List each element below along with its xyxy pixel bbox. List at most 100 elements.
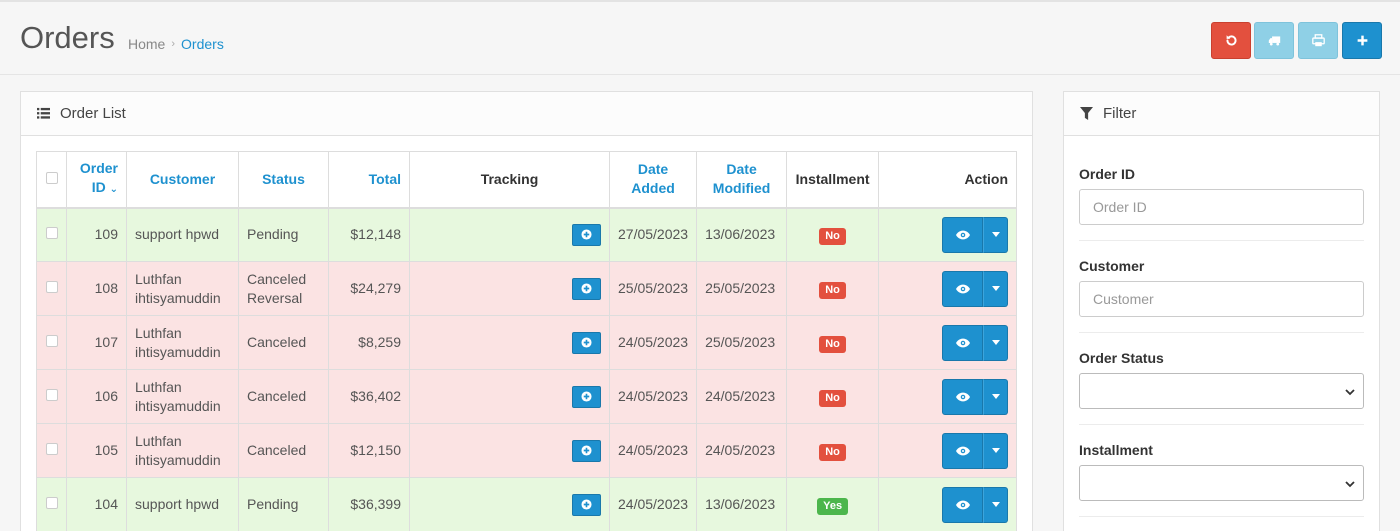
action-dropdown-toggle[interactable] (983, 216, 1008, 253)
view-order-button[interactable] (942, 486, 983, 523)
print-button[interactable] (1298, 22, 1338, 59)
col-customer[interactable]: Customer (126, 151, 239, 208)
action-cell (878, 315, 1017, 370)
table-row: 109 support hpwd Pending $12,148 27/05/2023 1… (36, 207, 1017, 262)
status-line1: Canceled (247, 270, 307, 287)
print-icon (1311, 34, 1325, 47)
col-date-modified[interactable]: Date Modified (696, 151, 788, 208)
date-modified-cell: 24/05/2023 (696, 369, 788, 424)
view-order-button[interactable] (942, 432, 983, 469)
customer-line2: ihtisyamuddin (135, 397, 221, 414)
customer-line1: support hpwd (135, 226, 220, 243)
customer-line1: Luthfan (135, 432, 182, 449)
row-checkbox[interactable] (45, 227, 58, 240)
tracking-cell (409, 423, 610, 478)
date-added-cell: 24/05/2023 (608, 315, 698, 370)
action-button-group (942, 432, 1008, 469)
reset-button[interactable] (1211, 22, 1251, 59)
breadcrumb-orders[interactable]: Orders (181, 36, 224, 52)
table-row: 107 Luthfan ihtisyamuddin Canceled $8,259 24/… (36, 315, 1017, 370)
col-installment: Installment (786, 151, 880, 208)
ship-button[interactable] (1254, 22, 1294, 59)
add-tracking-button[interactable] (572, 223, 601, 246)
add-tracking-button[interactable] (572, 439, 601, 462)
col-date-added-line1: Date (637, 161, 669, 178)
customer-line1: support hpwd (135, 496, 220, 512)
col-date-modified-line1: Date (726, 161, 757, 178)
add-tracking-button[interactable] (572, 277, 601, 300)
caret-down-icon (991, 394, 1000, 399)
installment-badge: No (819, 227, 846, 245)
plus-circle-icon (581, 499, 592, 510)
action-cell (878, 423, 1017, 478)
action-dropdown-toggle[interactable] (983, 486, 1008, 523)
caret-down-icon (991, 286, 1000, 291)
installment-badge: No (819, 281, 846, 299)
select-all-checkbox[interactable] (45, 172, 58, 185)
date-modified-cell: 25/05/2023 (696, 261, 788, 316)
filter-title: Filter (1103, 105, 1137, 122)
add-tracking-button[interactable] (572, 331, 601, 354)
chevron-down-icon (1345, 389, 1355, 396)
view-order-button[interactable] (942, 378, 983, 415)
status-cell: Canceled (238, 315, 329, 370)
breadcrumb-home[interactable]: Home (128, 36, 165, 52)
action-button-group (942, 324, 1008, 361)
customer-line1: Luthfan (135, 378, 182, 395)
add-button[interactable] (1342, 22, 1382, 59)
row-checkbox[interactable] (45, 281, 58, 293)
add-tracking-button[interactable] (572, 385, 601, 408)
installment-cell: No (786, 207, 880, 262)
col-status[interactable]: Status (238, 151, 329, 208)
truck-icon (1268, 36, 1280, 46)
col-total[interactable]: Total (328, 151, 410, 208)
status-line1: Canceled (247, 442, 307, 458)
total-cell: $24,279 (328, 261, 410, 316)
sort-desc-icon: ⌄ (109, 184, 118, 196)
action-dropdown-toggle[interactable] (983, 324, 1008, 361)
action-dropdown-toggle[interactable] (983, 378, 1008, 415)
plus-icon (1357, 35, 1367, 46)
filter-icon (1080, 107, 1093, 120)
row-checkbox[interactable] (45, 389, 58, 401)
tracking-cell (409, 207, 610, 262)
order-id-input[interactable]: Order ID (1079, 189, 1364, 225)
order-status-select[interactable] (1079, 373, 1364, 409)
order-id-cell: 104 (66, 477, 127, 531)
date-modified-cell: 13/06/2023 (696, 207, 788, 262)
page-header: Orders Home › Orders (0, 2, 1400, 75)
status-line2: Reversal (247, 289, 303, 306)
view-order-button[interactable] (942, 270, 983, 307)
col-order-id-line2: ID (91, 179, 106, 196)
status-line1: Canceled (247, 334, 307, 350)
action-dropdown-toggle[interactable] (983, 270, 1008, 307)
add-tracking-button[interactable] (572, 493, 601, 516)
status-line1: Canceled (247, 388, 307, 404)
filter-order-status-group: Order Status (1079, 333, 1364, 425)
date-added-cell: 24/05/2023 (608, 477, 698, 531)
customer-input[interactable]: Customer (1079, 281, 1364, 317)
status-cell: Canceled (238, 423, 329, 478)
action-button-group (942, 378, 1008, 415)
customer-label: Customer (1079, 258, 1145, 274)
installment-select[interactable] (1079, 465, 1364, 501)
view-order-button[interactable] (942, 324, 983, 361)
col-date-added[interactable]: Date Added (608, 151, 698, 208)
row-checkbox[interactable] (45, 335, 58, 347)
view-order-button[interactable] (942, 216, 983, 253)
total-cell: $12,150 (328, 423, 410, 478)
date-added-cell: 24/05/2023 (608, 423, 698, 478)
action-dropdown-toggle[interactable] (983, 432, 1008, 469)
row-checkbox[interactable] (45, 497, 58, 509)
order-list-panel: Order List Order ID ⌄ Customer Status Tot… (20, 91, 1033, 531)
breadcrumb: Home › Orders (128, 36, 224, 52)
date-modified-cell: 25/05/2023 (696, 315, 788, 370)
row-checkbox[interactable] (45, 443, 58, 455)
action-cell (878, 369, 1017, 424)
action-button-group (942, 270, 1008, 307)
col-order-id[interactable]: Order ID ⌄ (66, 151, 127, 208)
customer-cell: Luthfan ihtisyamuddin (126, 261, 239, 316)
plus-circle-icon (581, 337, 592, 348)
date-added-cell: 27/05/2023 (608, 207, 698, 262)
plus-circle-icon (581, 445, 592, 456)
